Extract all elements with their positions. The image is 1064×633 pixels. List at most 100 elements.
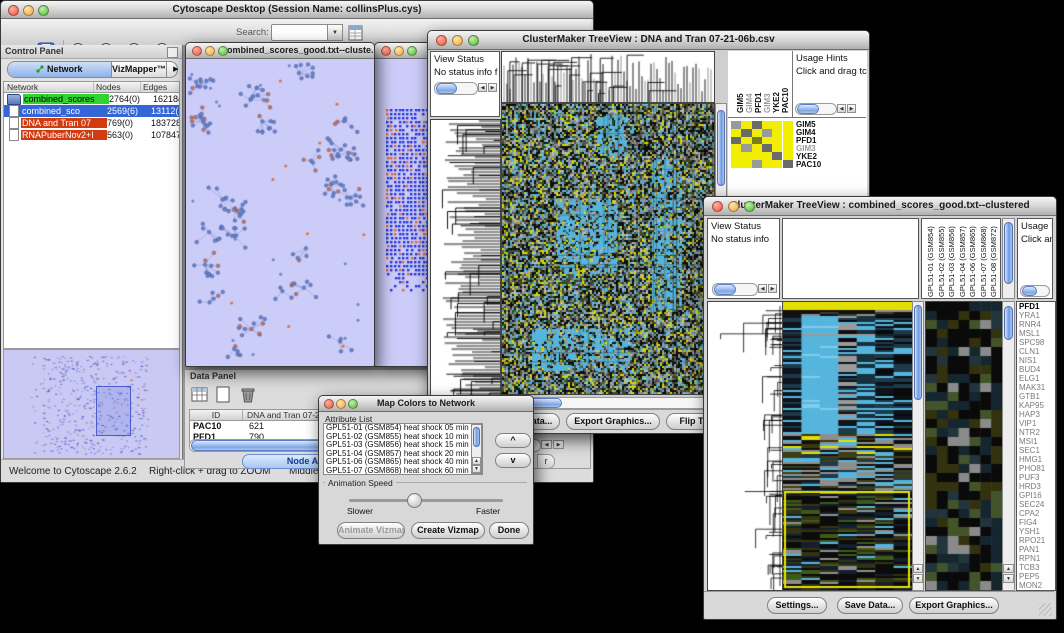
settings-button[interactable]: Settings... — [767, 597, 827, 614]
matrix-cell[interactable] — [741, 152, 751, 160]
new-attribute-icon[interactable] — [214, 385, 234, 405]
array-column-label[interactable]: YKE2 — [772, 92, 781, 113]
matrix-cell[interactable] — [772, 152, 782, 160]
matrix-cell[interactable] — [752, 137, 762, 145]
save-data-button[interactable]: Save Data... — [837, 597, 903, 614]
scroll-thumb[interactable] — [1004, 306, 1013, 340]
gene-label[interactable]: HAP3 — [1019, 410, 1055, 419]
minimize-icon[interactable] — [728, 201, 739, 212]
attribute-select-icon[interactable] — [190, 385, 210, 405]
minimize-icon[interactable] — [452, 35, 463, 46]
array-column-label[interactable]: GIM3 — [763, 93, 772, 113]
gene-label[interactable]: MON2 — [1019, 581, 1055, 590]
matrix-cell[interactable] — [783, 144, 793, 152]
matrix-cell[interactable] — [783, 152, 793, 160]
animate-vizmap-button[interactable]: Animate Vizmap — [337, 522, 405, 539]
treeview1-titlebar[interactable]: ClusterMaker TreeView : DNA and Tran 07-… — [428, 31, 869, 50]
done-button[interactable]: Done — [489, 522, 529, 539]
treeview2-gene-scrollbar[interactable]: ▲ ▼ — [1002, 301, 1015, 591]
array-column-label[interactable]: GIM4 — [745, 93, 754, 113]
attribute-list[interactable]: GPL51-01 (GSM854) heat shock 05 minGPL51… — [323, 423, 483, 475]
gene-label[interactable]: SEC1 — [1019, 446, 1055, 455]
treeview1-row-labels[interactable]: GIM5GIM4PFD1GIM3YKE2PAC10 — [796, 121, 864, 171]
attribute-list-scrollbar[interactable]: ▲ ▼ — [471, 424, 482, 474]
close-icon[interactable] — [381, 46, 391, 56]
matrix-cell[interactable] — [772, 160, 782, 168]
scroll-down-icon[interactable]: ▼ — [472, 465, 481, 473]
create-vizmap-button[interactable]: Create Vizmap — [411, 522, 485, 539]
scroll-thumb[interactable] — [473, 427, 480, 447]
table-report-icon[interactable] — [347, 24, 365, 42]
gene-label[interactable]: PFD1 — [1019, 302, 1055, 311]
close-icon[interactable] — [8, 5, 19, 16]
close-icon[interactable] — [324, 399, 334, 409]
matrix-cell[interactable] — [741, 144, 751, 152]
gene-label[interactable]: PEP5 — [1019, 572, 1055, 581]
array-column-label[interactable]: PAC10 — [781, 88, 790, 113]
birdseye-view[interactable] — [3, 349, 180, 459]
move-up-button[interactable]: ^ — [495, 433, 531, 448]
treeview2-column-dendrogram[interactable] — [782, 218, 919, 299]
matrix-cell[interactable] — [731, 129, 741, 137]
matrix-cell[interactable] — [762, 137, 772, 145]
gene-label[interactable]: VIP1 — [1019, 419, 1055, 428]
network-list-row[interactable]: DNA and Tran 07769(0)183728(0) — [4, 117, 179, 129]
scroll-left-icon[interactable]: ◀ — [478, 83, 487, 92]
gene-label[interactable]: GPI16 — [1019, 491, 1055, 500]
resize-grip[interactable] — [1039, 603, 1052, 616]
matrix-cell[interactable] — [783, 160, 793, 168]
scroll-right-icon[interactable]: ▶ — [488, 83, 497, 92]
treeview1-column-labels[interactable]: GIM5GIM4PFD1GIM3YKE2PAC10 — [728, 51, 793, 118]
gene-label[interactable]: YSH1 — [1019, 527, 1055, 536]
gene-label[interactable]: MSL1 — [1019, 329, 1055, 338]
usage-hints-scrollbar[interactable] — [795, 103, 837, 115]
network-list-row[interactable]: combined_sco2569(6)13112(15) — [4, 105, 179, 117]
treeview2-top-scrollbar[interactable] — [1002, 218, 1015, 299]
gene-label[interactable]: NIS1 — [1019, 356, 1055, 365]
network1-canvas[interactable] — [186, 59, 372, 365]
scroll-right-icon[interactable]: ▶ — [847, 104, 856, 113]
matrix-cell[interactable] — [752, 129, 762, 137]
gene-label[interactable]: RNR4 — [1019, 320, 1055, 329]
matrix-cell[interactable] — [752, 160, 762, 168]
maximize-icon[interactable] — [348, 399, 358, 409]
treeview2-column-labels[interactable]: GPL51-01 (GSM854)GPL51-02 (GSM855)GPL51-… — [921, 218, 1001, 299]
speed-slider-thumb[interactable] — [407, 493, 422, 508]
scroll-thumb[interactable] — [1004, 222, 1013, 284]
matrix-cell[interactable] — [772, 144, 782, 152]
scroll-up-icon[interactable]: ▲ — [1003, 564, 1014, 573]
matrix-cell[interactable] — [762, 152, 772, 160]
scroll-thumb[interactable] — [914, 305, 922, 400]
gene-label[interactable]: HRD3 — [1019, 482, 1055, 491]
usage-hints-scrollbar[interactable] — [1020, 285, 1050, 297]
minimize-icon[interactable] — [205, 46, 215, 56]
matrix-cell[interactable] — [741, 121, 751, 129]
scroll-up-icon[interactable]: ▲ — [913, 564, 923, 573]
network-list-row[interactable]: RNAPuberNov2+I563(0)107847(0) — [4, 129, 179, 141]
treeview1-row-dendrogram[interactable] — [430, 119, 501, 411]
matrix-cell[interactable] — [752, 121, 762, 129]
maximize-icon[interactable] — [407, 46, 417, 56]
matrix-cell[interactable] — [762, 121, 772, 129]
speed-slider-track[interactable] — [349, 499, 503, 502]
maximize-icon[interactable] — [744, 201, 755, 212]
network-list-row[interactable]: combined_scores2764(0)16218(0) — [4, 93, 179, 105]
array-column-label[interactable]: GPL51-06 (GSM865) — [968, 223, 977, 297]
delete-attribute-icon[interactable] — [238, 385, 258, 405]
scroll-right-icon[interactable]: ▶ — [553, 440, 564, 449]
treeview2-titlebar[interactable]: ClusterMaker TreeView : combined_scores_… — [704, 197, 1056, 216]
scroll-thumb[interactable] — [717, 110, 725, 186]
main-titlebar[interactable]: Cytoscape Desktop (Session Name: collins… — [1, 1, 593, 19]
matrix-cell[interactable] — [762, 144, 772, 152]
network-table-header[interactable]: Network Nodes Edges — [3, 81, 180, 93]
array-column-label[interactable]: GPL51-03 (GSM856) — [947, 223, 956, 297]
matrix-cell[interactable] — [752, 152, 762, 160]
maximize-icon[interactable] — [468, 35, 479, 46]
matrix-cell[interactable] — [783, 121, 793, 129]
matrix-cell[interactable] — [772, 137, 782, 145]
treeview1-heatmap[interactable] — [501, 103, 715, 395]
gene-label[interactable]: PUF3 — [1019, 473, 1055, 482]
gene-label[interactable]: KAP95 — [1019, 401, 1055, 410]
float-panel-icon[interactable] — [167, 47, 178, 58]
array-column-label[interactable]: PFD1 — [754, 93, 763, 113]
